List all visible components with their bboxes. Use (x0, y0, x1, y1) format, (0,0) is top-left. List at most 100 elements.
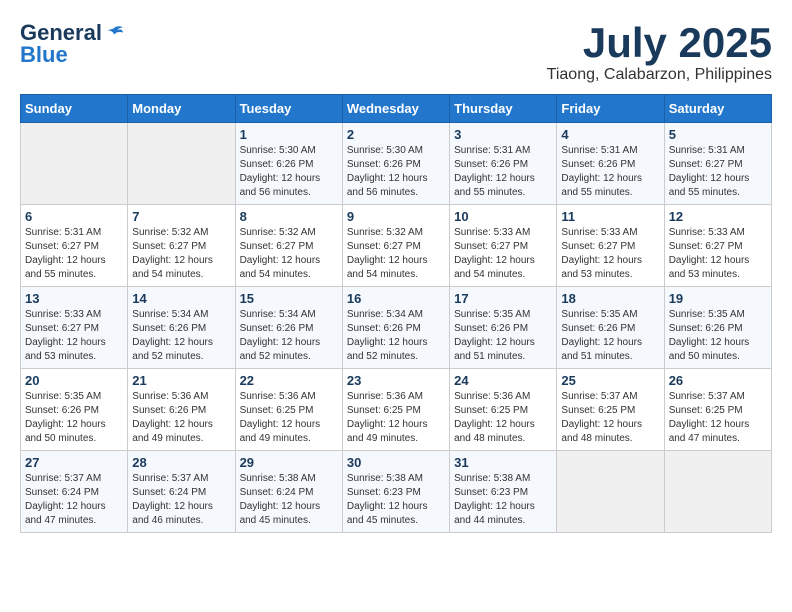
calendar-cell: 20Sunrise: 5:35 AMSunset: 6:26 PMDayligh… (21, 369, 128, 451)
day-number: 7 (132, 209, 230, 224)
day-info: Sunrise: 5:34 AMSunset: 6:26 PMDaylight:… (240, 308, 338, 364)
weekday-header: Monday (128, 95, 235, 123)
calendar-week-row: 13 Sunrise: 5:33 AMSunset: 6:27 PMDayligh… (21, 287, 772, 369)
day-info: Sunrise: 5:32 AMSunset: 6:27 PMDaylight:… (132, 226, 230, 282)
day-info: Sunrise: 5:35 AMSunset: 6:26 PMDaylight:… (561, 308, 659, 364)
day-info: Sunrise: 5:30 AMSunset: 6:26 PMDaylight:… (347, 144, 445, 200)
calendar-cell: 26Sunrise: 5:37 AMSunset: 6:25 PMDayligh… (664, 369, 771, 451)
calendar-cell: 12 Sunrise: 5:33 AMSunset: 6:27 PMDayligh… (664, 205, 771, 287)
logo-bird-icon (104, 23, 124, 43)
day-number: 25 (561, 373, 659, 388)
day-number: 22 (240, 373, 338, 388)
calendar-cell: 7 Sunrise: 5:32 AMSunset: 6:27 PMDaylight… (128, 205, 235, 287)
calendar-week-row: 27 Sunrise: 5:37 AMSunset: 6:24 PMDayligh… (21, 451, 772, 533)
calendar-cell: 5Sunrise: 5:31 AMSunset: 6:27 PMDaylight… (664, 123, 771, 205)
day-info: Sunrise: 5:31 AMSunset: 6:26 PMDaylight:… (561, 144, 659, 200)
day-number: 29 (240, 455, 338, 470)
calendar-cell: 27 Sunrise: 5:37 AMSunset: 6:24 PMDayligh… (21, 451, 128, 533)
weekday-header: Sunday (21, 95, 128, 123)
day-info: Sunrise: 5:36 AMSunset: 6:25 PMDaylight:… (347, 390, 445, 446)
day-number: 17 (454, 291, 552, 306)
location: Tiaong, Calabarzon, Philippines (547, 66, 772, 84)
day-info: Sunrise: 5:31 AMSunset: 6:26 PMDaylight:… (454, 144, 552, 200)
day-info: Sunrise: 5:32 AMSunset: 6:27 PMDaylight:… (347, 226, 445, 282)
day-number: 10 (454, 209, 552, 224)
day-info: Sunrise: 5:33 AMSunset: 6:27 PMDaylight:… (25, 308, 123, 364)
calendar-cell: 3 Sunrise: 5:31 AMSunset: 6:26 PMDaylight… (450, 123, 557, 205)
day-number: 8 (240, 209, 338, 224)
calendar-cell: 30 Sunrise: 5:38 AMSunset: 6:23 PMDayligh… (342, 451, 449, 533)
calendar-cell: 15 Sunrise: 5:34 AMSunset: 6:26 PMDayligh… (235, 287, 342, 369)
day-number: 9 (347, 209, 445, 224)
day-info: Sunrise: 5:35 AMSunset: 6:26 PMDaylight:… (669, 308, 767, 364)
calendar-cell: 21 Sunrise: 5:36 AMSunset: 6:26 PMDayligh… (128, 369, 235, 451)
calendar-cell: 10Sunrise: 5:33 AMSunset: 6:27 PMDayligh… (450, 205, 557, 287)
month-title: July 2025 (547, 20, 772, 66)
day-info: Sunrise: 5:36 AMSunset: 6:26 PMDaylight:… (132, 390, 230, 446)
day-number: 24 (454, 373, 552, 388)
calendar-cell: 19Sunrise: 5:35 AMSunset: 6:26 PMDayligh… (664, 287, 771, 369)
day-info: Sunrise: 5:32 AMSunset: 6:27 PMDaylight:… (240, 226, 338, 282)
calendar-cell: 31Sunrise: 5:38 AMSunset: 6:23 PMDayligh… (450, 451, 557, 533)
day-info: Sunrise: 5:34 AMSunset: 6:26 PMDaylight:… (132, 308, 230, 364)
day-info: Sunrise: 5:34 AMSunset: 6:26 PMDaylight:… (347, 308, 445, 364)
calendar-week-row: 1 Sunrise: 5:30 AMSunset: 6:26 PMDaylight… (21, 123, 772, 205)
calendar-cell: 1 Sunrise: 5:30 AMSunset: 6:26 PMDaylight… (235, 123, 342, 205)
day-number: 1 (240, 127, 338, 142)
day-number: 2 (347, 127, 445, 142)
calendar-cell (557, 451, 664, 533)
logo: General Blue (20, 20, 124, 68)
calendar-week-row: 20Sunrise: 5:35 AMSunset: 6:26 PMDayligh… (21, 369, 772, 451)
day-number: 5 (669, 127, 767, 142)
calendar-week-row: 6 Sunrise: 5:31 AMSunset: 6:27 PMDaylight… (21, 205, 772, 287)
day-info: Sunrise: 5:38 AMSunset: 6:23 PMDaylight:… (347, 472, 445, 528)
day-number: 6 (25, 209, 123, 224)
day-info: Sunrise: 5:33 AMSunset: 6:27 PMDaylight:… (669, 226, 767, 282)
day-number: 28 (132, 455, 230, 470)
day-number: 12 (669, 209, 767, 224)
calendar-cell: 29 Sunrise: 5:38 AMSunset: 6:24 PMDayligh… (235, 451, 342, 533)
day-number: 30 (347, 455, 445, 470)
day-info: Sunrise: 5:38 AMSunset: 6:23 PMDaylight:… (454, 472, 552, 528)
calendar-cell: 22 Sunrise: 5:36 AMSunset: 6:25 PMDayligh… (235, 369, 342, 451)
calendar-cell: 9 Sunrise: 5:32 AMSunset: 6:27 PMDaylight… (342, 205, 449, 287)
day-number: 13 (25, 291, 123, 306)
day-info: Sunrise: 5:37 AMSunset: 6:25 PMDaylight:… (561, 390, 659, 446)
weekday-header: Tuesday (235, 95, 342, 123)
day-info: Sunrise: 5:36 AMSunset: 6:25 PMDaylight:… (454, 390, 552, 446)
day-info: Sunrise: 5:30 AMSunset: 6:26 PMDaylight:… (240, 144, 338, 200)
day-info: Sunrise: 5:36 AMSunset: 6:25 PMDaylight:… (240, 390, 338, 446)
day-number: 27 (25, 455, 123, 470)
logo-blue: Blue (20, 42, 68, 68)
weekday-header: Thursday (450, 95, 557, 123)
calendar-cell: 25 Sunrise: 5:37 AMSunset: 6:25 PMDayligh… (557, 369, 664, 451)
day-number: 16 (347, 291, 445, 306)
day-info: Sunrise: 5:38 AMSunset: 6:24 PMDaylight:… (240, 472, 338, 528)
calendar-cell: 18 Sunrise: 5:35 AMSunset: 6:26 PMDayligh… (557, 287, 664, 369)
weekday-header: Wednesday (342, 95, 449, 123)
calendar-cell: 4Sunrise: 5:31 AMSunset: 6:26 PMDaylight… (557, 123, 664, 205)
day-number: 21 (132, 373, 230, 388)
calendar-cell: 11Sunrise: 5:33 AMSunset: 6:27 PMDayligh… (557, 205, 664, 287)
day-number: 23 (347, 373, 445, 388)
calendar-cell: 14 Sunrise: 5:34 AMSunset: 6:26 PMDayligh… (128, 287, 235, 369)
weekday-header-row: SundayMondayTuesdayWednesdayThursdayFrid… (21, 95, 772, 123)
page-header: General Blue July 2025 Tiaong, Calabarzo… (20, 20, 772, 84)
day-number: 26 (669, 373, 767, 388)
calendar-cell (128, 123, 235, 205)
calendar-cell: 17 Sunrise: 5:35 AMSunset: 6:26 PMDayligh… (450, 287, 557, 369)
day-info: Sunrise: 5:37 AMSunset: 6:24 PMDaylight:… (25, 472, 123, 528)
calendar-cell: 23 Sunrise: 5:36 AMSunset: 6:25 PMDayligh… (342, 369, 449, 451)
calendar-cell: 28Sunrise: 5:37 AMSunset: 6:24 PMDayligh… (128, 451, 235, 533)
day-number: 3 (454, 127, 552, 142)
day-number: 18 (561, 291, 659, 306)
weekday-header: Friday (557, 95, 664, 123)
calendar-table: SundayMondayTuesdayWednesdayThursdayFrid… (20, 94, 772, 533)
day-info: Sunrise: 5:31 AMSunset: 6:27 PMDaylight:… (25, 226, 123, 282)
day-info: Sunrise: 5:35 AMSunset: 6:26 PMDaylight:… (454, 308, 552, 364)
calendar-cell: 6 Sunrise: 5:31 AMSunset: 6:27 PMDaylight… (21, 205, 128, 287)
day-number: 14 (132, 291, 230, 306)
calendar-cell (21, 123, 128, 205)
day-number: 15 (240, 291, 338, 306)
calendar-cell: 24 Sunrise: 5:36 AMSunset: 6:25 PMDayligh… (450, 369, 557, 451)
